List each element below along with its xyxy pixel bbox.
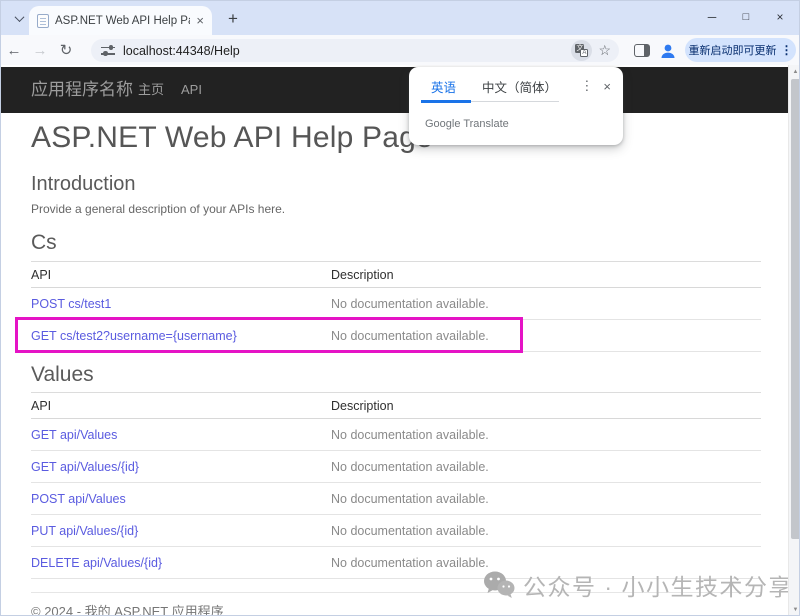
window-controls: ─ □ × [695,1,797,33]
table-row: POST api/Values No documentation availab… [31,483,761,515]
google-translate-label: Google Translate [425,118,509,130]
bookmark-star-icon[interactable]: ☆ [596,42,613,59]
table-row: PUT api/Values/{id} No documentation ava… [31,515,761,547]
active-tab-underline [421,100,471,103]
page-content: 应用程序名称 主页 API ASP.NET Web API Help Page … [1,65,800,616]
table-row: GET cs/test2?username={username} No docu… [31,320,761,352]
translate-popup-tabs: 英语 中文（简体） ⋮ × [409,73,623,99]
api-link[interactable]: GET api/Values/{id} [31,460,139,474]
navbar-item-api[interactable]: API [181,67,202,113]
site-info-icon[interactable] [101,45,115,57]
section-heading-cs: Cs [31,231,57,255]
api-description: No documentation available. [331,297,761,311]
browser-tab[interactable]: ASP.NET Web API Help Page × [29,6,212,35]
translate-icon: 文 A [575,44,588,57]
new-tab-button[interactable]: + [222,8,244,30]
tab-strip: ASP.NET Web API Help Page × + ─ □ × [1,1,799,35]
scroll-down-icon[interactable]: ▼ [789,603,800,616]
intro-heading: Introduction [31,173,136,196]
watermark-text: 公众号 · 小小生技术分享 [523,568,793,602]
intro-text: Provide a general description of your AP… [31,202,285,216]
tab-close-icon[interactable]: × [196,14,204,27]
table-row: POST cs/test1 No documentation available… [31,288,761,320]
api-description: No documentation available. [331,492,761,506]
navbar-brand[interactable]: 应用程序名称 [31,67,133,113]
url-text: localhost:44348/Help [123,44,571,58]
translate-options-icon[interactable]: ⋮ [574,78,599,94]
api-table-values: API Description GET api/Values No docume… [31,392,761,579]
api-link[interactable]: GET api/Values [31,428,117,442]
chevron-down-icon [15,12,25,22]
column-header-description: Description [331,268,761,282]
back-button[interactable]: ← [1,42,27,59]
navbar-item-home[interactable]: 主页 [138,67,164,113]
scrollbar-thumb[interactable] [791,79,800,539]
page-footer: © 2024 - 我的 ASP.NET 应用程序 [31,601,224,616]
table-row: GET api/Values No documentation availabl… [31,419,761,451]
minimize-button[interactable]: ─ [695,3,729,31]
browser-toolbar: ← → ↻ localhost:44348/Help 文 A ☆ 重新启动即可更… [1,35,799,65]
api-link[interactable]: GET cs/test2?username={username} [31,329,237,343]
api-description: No documentation available. [331,428,761,442]
translate-source-tab[interactable]: 英语 [431,77,456,96]
profile-avatar-icon[interactable] [659,42,677,60]
api-table-cs: API Description POST cs/test1 No documen… [31,261,761,352]
tab-search-button[interactable] [9,8,30,29]
reload-button[interactable]: ↻ [53,41,79,59]
side-panel-icon[interactable] [634,44,650,57]
api-link[interactable]: DELETE api/Values/{id} [31,556,162,570]
api-link[interactable]: PUT api/Values/{id} [31,524,138,538]
api-link[interactable]: POST cs/test1 [31,297,111,311]
maximize-button[interactable]: □ [729,3,763,31]
inactive-tab-underline [471,101,559,102]
page-title: ASP.NET Web API Help Page [31,121,433,155]
table-header: API Description [31,393,761,419]
address-bar[interactable]: localhost:44348/Help 文 A ☆ [91,39,619,62]
api-description: No documentation available. [331,329,761,343]
translate-target-tab[interactable]: 中文（简体） [482,77,557,96]
wechat-icon [483,570,515,600]
translate-popup: 英语 中文（简体） ⋮ × Google Translate [409,67,623,145]
section-heading-values: Values [31,363,94,387]
scroll-up-icon[interactable]: ▲ [789,65,800,79]
table-header: API Description [31,262,761,288]
api-description: No documentation available. [331,460,761,474]
browser-window: ASP.NET Web API Help Page × + ─ □ × ← → … [0,0,800,616]
api-description: No documentation available. [331,524,761,538]
column-header-api: API [31,268,331,282]
column-header-api: API [31,399,331,413]
watermark: 公众号 · 小小生技术分享 [483,568,793,602]
restart-update-button[interactable]: 重新启动即可更新 ⋮ [685,38,796,62]
forward-button[interactable]: → [27,42,53,59]
table-row: GET api/Values/{id} No documentation ava… [31,451,761,483]
column-header-description: Description [331,399,761,413]
page-scrollbar[interactable]: ▲ ▼ [788,65,800,616]
browser-menu-icon[interactable]: ⋮ [781,43,793,57]
close-window-button[interactable]: × [763,3,797,31]
api-link[interactable]: POST api/Values [31,492,126,506]
page-favicon-icon [37,14,49,28]
tab-title: ASP.NET Web API Help Page [55,15,190,27]
site-navbar: 应用程序名称 主页 API [1,67,788,113]
translate-close-icon[interactable]: × [599,79,623,94]
translate-button[interactable]: 文 A [571,40,592,61]
